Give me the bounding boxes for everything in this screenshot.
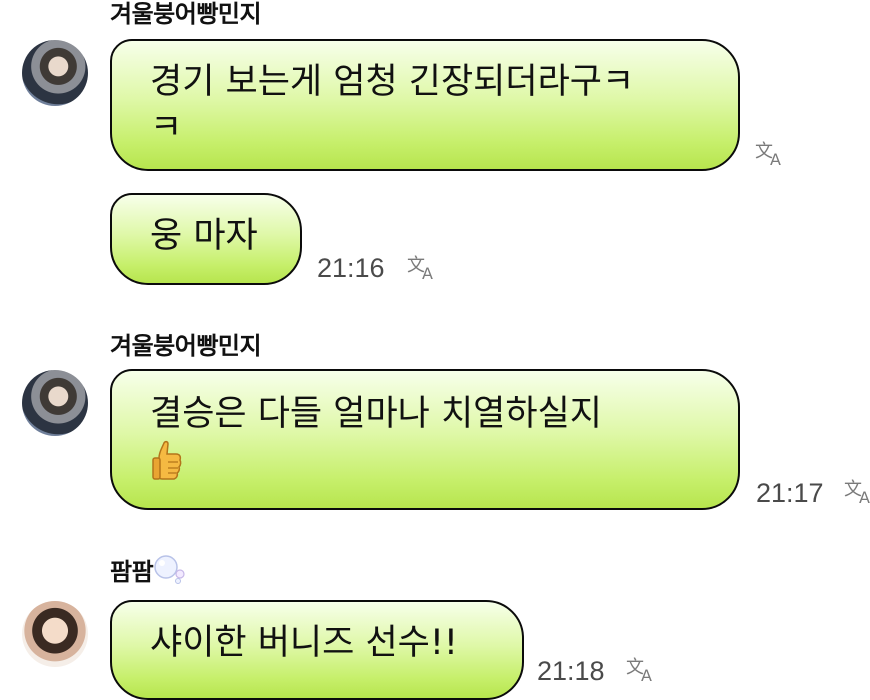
svg-text:A: A xyxy=(641,666,652,682)
message-text: 경기 보는게 엄청 긴장되더라구ㅋ ㅋ xyxy=(150,62,635,148)
thumbs-up-icon xyxy=(152,440,182,480)
message-text: 샤이한 버니즈 선수!! xyxy=(150,623,458,663)
translate-icon[interactable]: 文 A xyxy=(843,476,870,504)
translate-icon[interactable]: 文 A xyxy=(625,654,659,682)
svg-text:A: A xyxy=(422,264,433,280)
sender-name-row: 팜팜 xyxy=(110,552,187,587)
message-time: 21:18 xyxy=(537,656,605,686)
message-bubble[interactable]: 결승은 다들 얼마나 치열하실지 xyxy=(110,369,740,510)
translate-icon[interactable]: 文 A xyxy=(754,138,788,166)
avatar[interactable] xyxy=(22,40,88,106)
sender-name: 겨울붕어빵민지 xyxy=(110,0,262,28)
sender-name: 겨울붕어빵민지 xyxy=(110,332,262,360)
translate-icon[interactable]: 文 A xyxy=(406,252,440,280)
message-text: 웅 마자 xyxy=(150,216,258,256)
message-time: 21:16 xyxy=(317,253,385,283)
message-text: 결승은 다들 얼마나 치열하실지 xyxy=(150,394,602,434)
message-bubble[interactable]: 샤이한 버니즈 선수!! xyxy=(110,600,524,700)
bubbles-icon xyxy=(154,555,185,584)
message-bubble[interactable]: 경기 보는게 엄청 긴장되더라구ㅋ ㅋ xyxy=(110,39,740,171)
sender-name: 팜팜 xyxy=(110,558,154,586)
avatar[interactable] xyxy=(22,370,88,436)
message-time: 21:17 xyxy=(756,478,824,508)
avatar[interactable] xyxy=(22,601,88,667)
message-bubble[interactable]: 웅 마자 xyxy=(110,193,302,285)
svg-text:A: A xyxy=(770,150,781,166)
svg-text:A: A xyxy=(859,488,870,504)
